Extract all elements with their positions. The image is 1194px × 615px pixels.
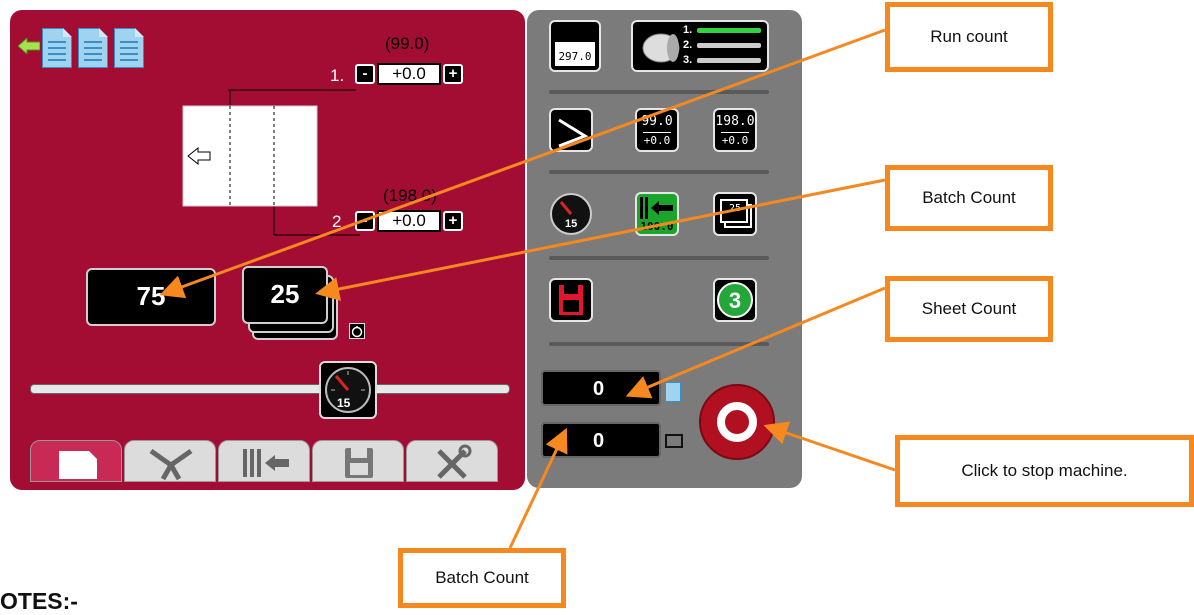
callout-batch-count-bottom: Batch Count xyxy=(398,548,566,608)
callout-run-count: Run count xyxy=(885,2,1053,72)
callout-stop: Click to stop machine. xyxy=(895,435,1194,507)
notes-heading: OTES:- xyxy=(0,588,78,614)
callout-sheet-count: Sheet Count xyxy=(885,276,1053,342)
callout-batch-count: Batch Count xyxy=(885,165,1053,231)
